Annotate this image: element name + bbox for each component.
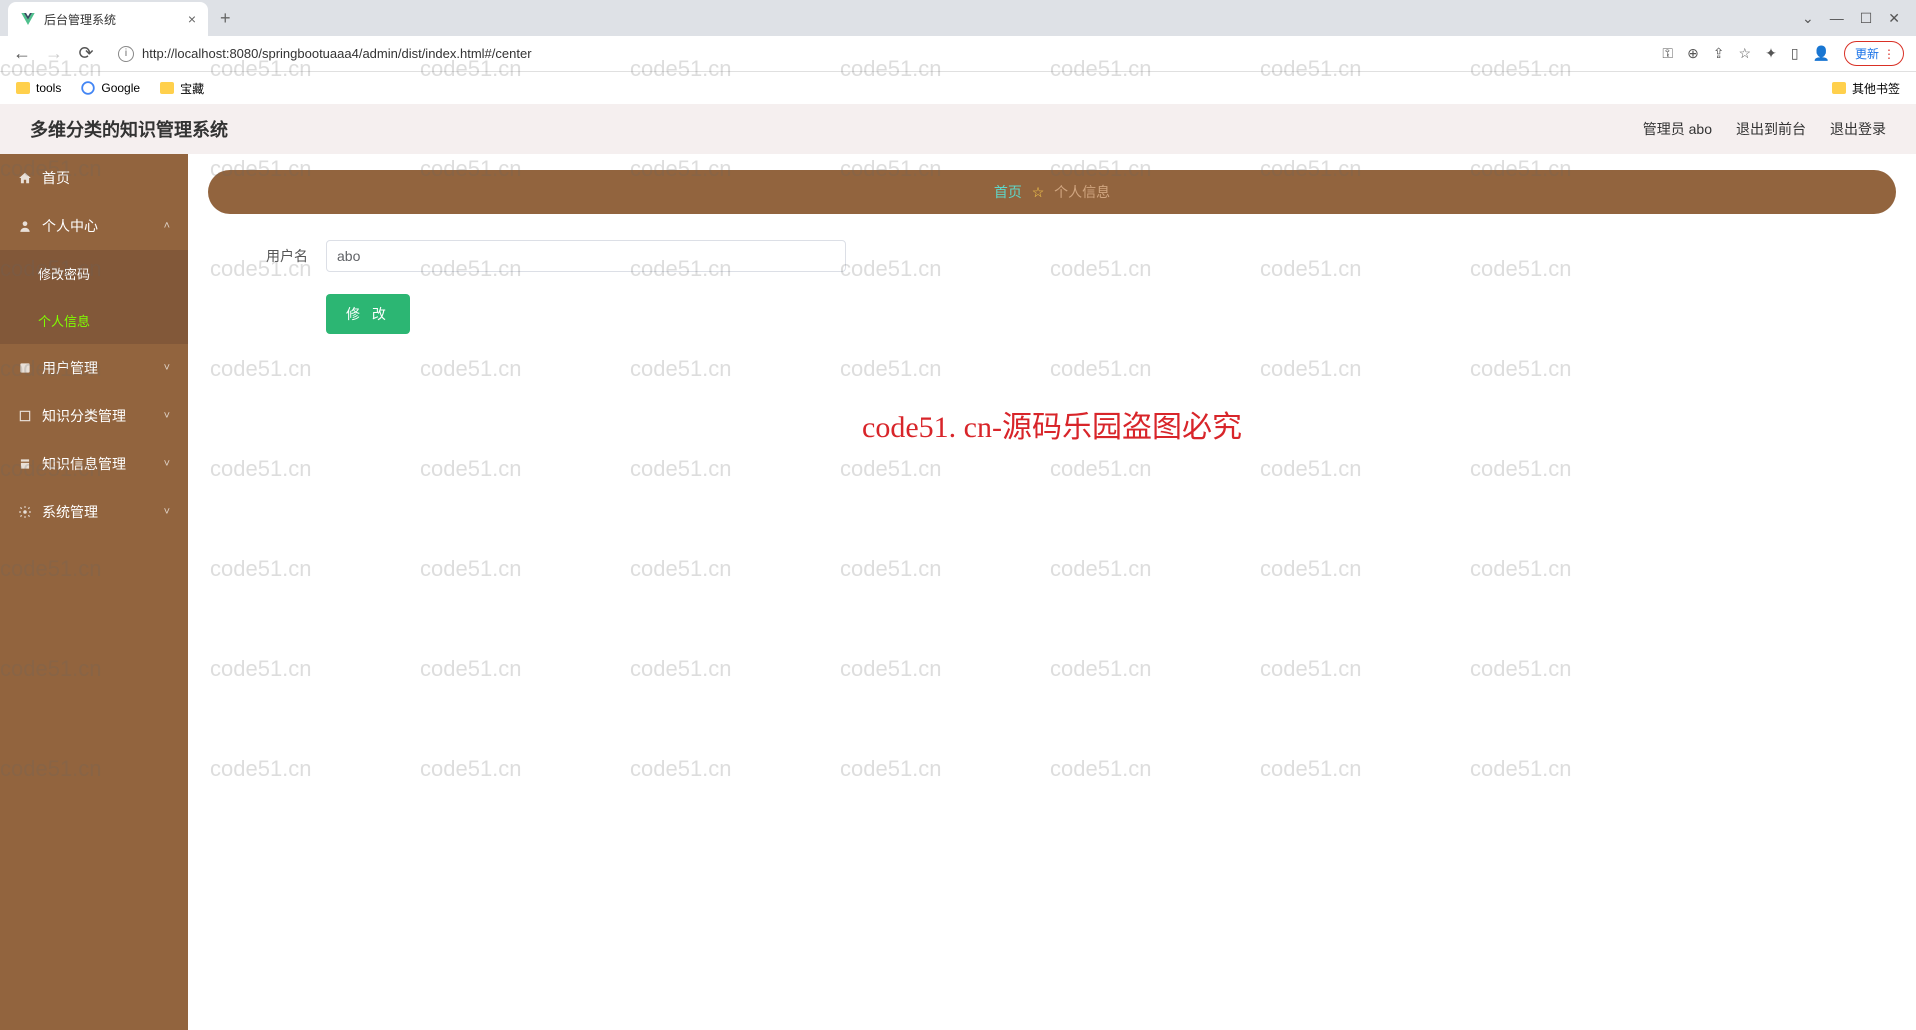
reload-button[interactable]: ⟳ xyxy=(76,43,96,64)
window-controls: ⌄ — ☐ ✕ xyxy=(1802,10,1916,27)
app-title: 多维分类的知识管理系统 xyxy=(30,116,228,142)
exit-front-link[interactable]: 退出到前台 xyxy=(1736,119,1806,139)
user-icon xyxy=(18,219,32,233)
username-label: 用户名 xyxy=(248,246,308,266)
maximize-icon[interactable]: ☐ xyxy=(1860,10,1873,27)
sidebar-item-user-mgmt[interactable]: 用户管理 ˅ xyxy=(0,344,188,392)
sidebar-item-knowledge-info[interactable]: 知识信息管理 ˅ xyxy=(0,440,188,488)
url-text: http://localhost:8080/springbootuaaa4/ad… xyxy=(142,46,532,61)
sidebar-item-knowledge-category[interactable]: 知识分类管理 ˅ xyxy=(0,392,188,440)
forward-button: → xyxy=(44,43,64,64)
folder-icon xyxy=(1832,82,1846,94)
sidebar-item-personal-info[interactable]: 个人信息 xyxy=(0,297,188,344)
info-icon xyxy=(18,457,32,471)
close-window-icon[interactable]: ✕ xyxy=(1888,10,1900,27)
watermark-main-text: code51. cn-源码乐园盗图必究 xyxy=(188,402,1916,446)
content-area: 首页 ☆ 个人信息 用户名 修 改 code51. cn-源码乐园盗图必究 xyxy=(188,154,1916,1030)
expand-icon[interactable]: ⌄ xyxy=(1802,10,1814,27)
google-icon xyxy=(81,81,95,95)
sidebar-item-personal-center[interactable]: 个人中心 ˄ xyxy=(0,202,188,250)
bookmark-google[interactable]: Google xyxy=(81,80,140,97)
logout-link[interactable]: 退出登录 xyxy=(1830,119,1886,139)
nav-right-icons: ⚿ ⊕ ⇪ ☆ ✦ ▯ 👤 更新⋮ xyxy=(1662,41,1904,66)
tab-title: 后台管理系统 xyxy=(44,11,180,28)
nav-bar: ← → ⟳ i http://localhost:8080/springboot… xyxy=(0,36,1916,72)
bookmark-treasure[interactable]: 宝藏 xyxy=(160,80,204,97)
browser-tab[interactable]: 后台管理系统 × xyxy=(8,2,208,36)
category-icon xyxy=(18,409,32,423)
url-bar[interactable]: i http://localhost:8080/springbootuaaa4/… xyxy=(108,42,1650,66)
chevron-down-icon: ˅ xyxy=(164,506,170,518)
chevron-up-icon: ˄ xyxy=(164,220,170,232)
bookmark-bar: tools Google 宝藏 其他书签 xyxy=(0,72,1916,104)
gear-icon xyxy=(18,505,32,519)
star-icon: ☆ xyxy=(1032,184,1045,200)
bookmark-left: tools Google 宝藏 xyxy=(16,80,204,97)
new-tab-button[interactable]: + xyxy=(220,8,231,29)
breadcrumb-current: 个人信息 xyxy=(1054,184,1110,200)
tab-bar: 后台管理系统 × + ⌄ — ☐ ✕ xyxy=(0,0,1916,36)
zoom-icon[interactable]: ⊕ xyxy=(1687,45,1699,62)
sidebar: 首页 个人中心 ˄ 修改密码 个人信息 用户管理 ˅ 知识分类管理 ˅ 知识信息… xyxy=(0,154,188,1030)
back-button[interactable]: ← xyxy=(12,43,32,64)
site-info-icon[interactable]: i xyxy=(118,46,134,62)
breadcrumb-home[interactable]: 首页 xyxy=(994,184,1022,200)
profile-icon[interactable]: 👤 xyxy=(1813,45,1830,62)
admin-label[interactable]: 管理员 abo xyxy=(1643,119,1712,139)
vue-favicon-icon xyxy=(20,11,36,27)
chevron-down-icon: ˅ xyxy=(164,362,170,374)
tab-close-icon[interactable]: × xyxy=(188,11,196,27)
chevron-down-icon: ˅ xyxy=(164,458,170,470)
browser-chrome: 后台管理系统 × + ⌄ — ☐ ✕ ← → ⟳ i http://localh… xyxy=(0,0,1916,104)
modify-button[interactable]: 修 改 xyxy=(326,294,410,334)
form-row-username: 用户名 xyxy=(248,240,1896,272)
sidebar-item-modify-password[interactable]: 修改密码 xyxy=(0,250,188,297)
update-button[interactable]: 更新⋮ xyxy=(1844,41,1904,66)
minimize-icon[interactable]: — xyxy=(1830,10,1844,27)
bookmark-star-icon[interactable]: ☆ xyxy=(1739,45,1752,62)
share-icon[interactable]: ⇪ xyxy=(1713,45,1725,62)
header-right: 管理员 abo 退出到前台 退出登录 xyxy=(1643,119,1886,139)
chevron-down-icon: ˅ xyxy=(164,410,170,422)
main-layout: 首页 个人中心 ˄ 修改密码 个人信息 用户管理 ˅ 知识分类管理 ˅ 知识信息… xyxy=(0,154,1916,1030)
sidebar-item-system-mgmt[interactable]: 系统管理 ˅ xyxy=(0,488,188,536)
breadcrumb: 首页 ☆ 个人信息 xyxy=(208,170,1896,214)
key-icon[interactable]: ⚿ xyxy=(1662,45,1673,62)
folder-icon xyxy=(16,82,30,94)
sidebar-item-home[interactable]: 首页 xyxy=(0,154,188,202)
reader-icon[interactable]: ▯ xyxy=(1791,45,1799,62)
home-icon xyxy=(18,171,32,185)
bookmark-other[interactable]: 其他书签 xyxy=(1832,80,1900,97)
users-icon xyxy=(18,361,32,375)
bookmark-tools[interactable]: tools xyxy=(16,80,61,97)
username-input[interactable] xyxy=(326,240,846,272)
form-area: 用户名 修 改 xyxy=(208,240,1896,334)
extensions-icon[interactable]: ✦ xyxy=(1765,45,1777,62)
folder-icon xyxy=(160,82,174,94)
app-header: 多维分类的知识管理系统 管理员 abo 退出到前台 退出登录 xyxy=(0,104,1916,154)
